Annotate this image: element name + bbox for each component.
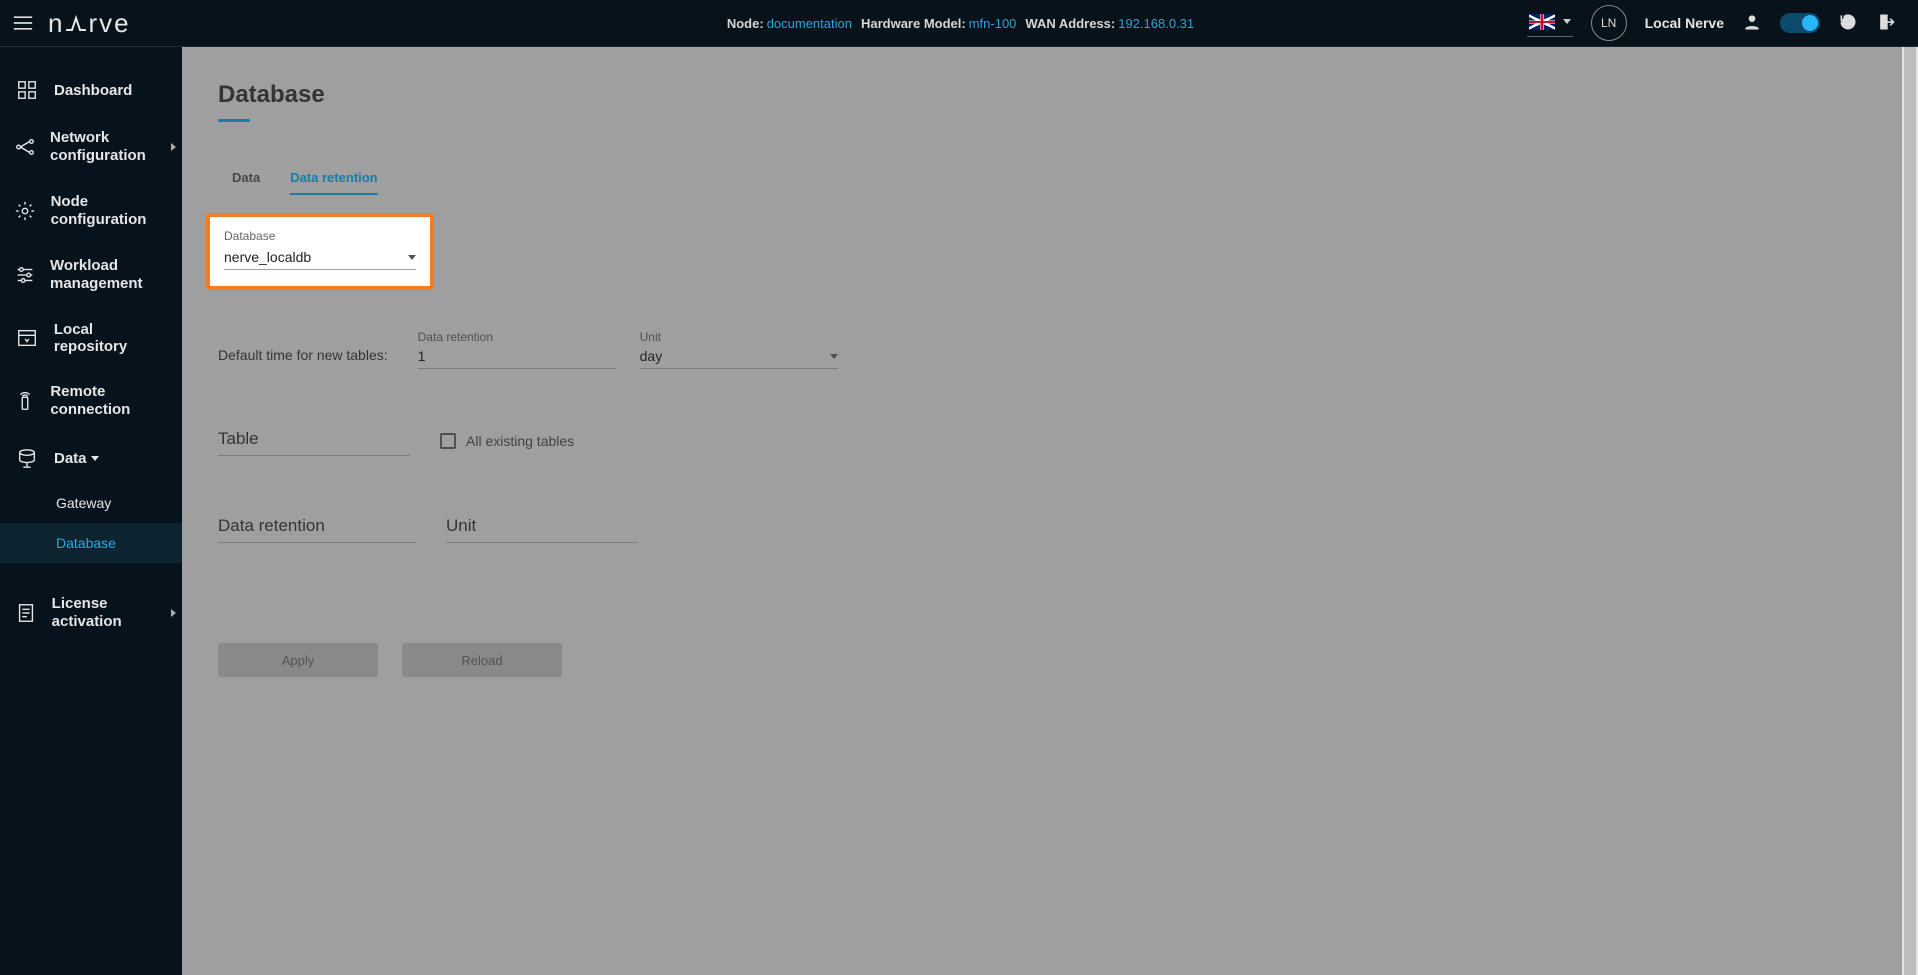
sidebar-item-label: Remote connection <box>50 383 170 419</box>
database-select-highlight: Database nerve_localdb <box>206 213 434 290</box>
sidebar-item-data[interactable]: Data <box>0 433 182 483</box>
sidebar-item-remote-conn[interactable]: Remote connection <box>0 369 182 433</box>
sidebar-sub-database[interactable]: Database <box>0 523 182 563</box>
sidebar-item-label: Data <box>54 450 99 467</box>
hamburger-icon <box>13 15 33 31</box>
retention-field-label: Data retention <box>418 330 616 344</box>
unit-field-label: Unit <box>640 330 838 344</box>
menu-toggle-button[interactable] <box>0 15 46 31</box>
table-select[interactable]: Table <box>218 425 410 456</box>
hw-label: Hardware Model: <box>861 16 966 31</box>
database-select-value: nerve_localdb <box>224 249 311 265</box>
all-tables-label: All existing tables <box>466 433 574 449</box>
tab-data-retention[interactable]: Data retention <box>290 170 377 195</box>
node-link[interactable]: documentation <box>767 16 852 31</box>
tabs: Data Data retention <box>232 170 1918 195</box>
table-retention-input[interactable]: Data retention <box>218 512 416 543</box>
tab-data[interactable]: Data <box>232 170 260 195</box>
node-label: Node: <box>727 16 764 31</box>
all-tables-checkbox[interactable]: All existing tables <box>440 433 574 449</box>
sidebar-item-label: License activation <box>52 595 170 631</box>
language-selector[interactable] <box>1527 10 1573 37</box>
dashboard-icon <box>16 79 38 101</box>
checkbox-icon <box>440 433 456 449</box>
retention-input[interactable]: 1 <box>418 346 616 369</box>
sidebar-item-label: Network configuration <box>50 129 170 165</box>
sidebar-item-label: Node configuration <box>51 193 170 229</box>
topbar: n rve Node: documentation Hardware Model… <box>0 0 1918 47</box>
reload-button[interactable]: Reload <box>402 643 562 677</box>
sidebar-item-dashboard[interactable]: Dashboard <box>0 65 182 115</box>
sidebar-item-local-repo[interactable]: Local repository <box>0 307 182 369</box>
database-select[interactable]: nerve_localdb <box>224 245 416 270</box>
database-field-label: Database <box>224 229 416 243</box>
apply-button[interactable]: Apply <box>218 643 378 677</box>
unit-select[interactable]: day <box>640 346 838 369</box>
default-time-label: Default time for new tables: <box>218 347 388 369</box>
user-menu-button[interactable] <box>1742 12 1762 35</box>
chevron-down-icon <box>408 255 416 260</box>
sidebar: Dashboard Network configuration Node con… <box>0 47 182 975</box>
logo: n rve <box>48 8 131 39</box>
page-title: Database <box>218 81 1918 109</box>
retention-value: 1 <box>418 348 426 364</box>
sliders-icon <box>14 264 36 286</box>
remote-icon <box>14 390 36 412</box>
sidebar-item-license[interactable]: License activation <box>0 581 182 645</box>
hw-link[interactable]: mfn-100 <box>969 16 1017 31</box>
logout-button[interactable] <box>1876 12 1896 35</box>
tenant-name: Local Nerve <box>1645 15 1724 31</box>
repository-icon <box>16 327 38 349</box>
license-icon <box>15 602 37 624</box>
title-accent <box>218 119 250 122</box>
sidebar-item-label: Local repository <box>54 321 170 355</box>
table-select-label: Table <box>218 429 259 449</box>
scrollbar-track[interactable] <box>1902 47 1918 975</box>
table-retention-label: Data retention <box>218 516 325 536</box>
tenant-badge[interactable]: LN <box>1591 5 1627 41</box>
chevron-right-icon <box>171 609 176 617</box>
sidebar-item-node-config[interactable]: Node configuration <box>0 179 182 243</box>
table-unit-label: Unit <box>446 516 476 536</box>
chevron-down-icon <box>91 456 99 461</box>
chevron-right-icon <box>171 143 176 151</box>
wan-label: WAN Address: <box>1025 16 1115 31</box>
sidebar-item-label: Dashboard <box>54 82 132 99</box>
network-icon <box>14 136 36 158</box>
gear-icon <box>14 200 36 222</box>
scrollbar-thumb[interactable] <box>1904 47 1916 975</box>
wan-link[interactable]: 192.168.0.31 <box>1118 16 1194 31</box>
chevron-down-icon <box>1563 19 1571 24</box>
data-icon <box>16 447 38 469</box>
unit-value: day <box>640 348 663 364</box>
sidebar-item-label: Workload management <box>50 257 170 293</box>
uk-flag-icon <box>1529 14 1555 30</box>
chevron-down-icon <box>830 354 838 359</box>
main-content: Database Data Data retention Database ne… <box>182 47 1918 975</box>
sidebar-item-workload[interactable]: Workload management <box>0 243 182 307</box>
logo-mark-icon <box>65 12 87 32</box>
reboot-button[interactable] <box>1838 12 1858 35</box>
theme-toggle[interactable] <box>1780 13 1820 33</box>
sidebar-item-network-config[interactable]: Network configuration <box>0 115 182 179</box>
sidebar-data-submenu: Gateway Database <box>0 483 182 563</box>
sidebar-sub-gateway[interactable]: Gateway <box>56 483 182 523</box>
table-unit-select[interactable]: Unit <box>446 512 638 543</box>
